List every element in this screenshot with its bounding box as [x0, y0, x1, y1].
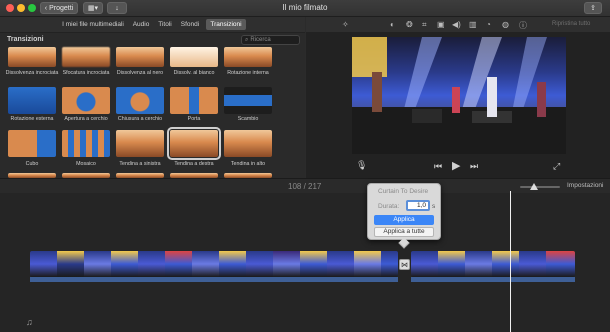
transition-label: Dissolvenza incrociata — [5, 70, 59, 76]
duration-unit: s — [432, 203, 436, 210]
title-bar: ‹ Progetti ▦▾ ↓ Il mio filmato ⇪ — [0, 0, 610, 17]
duration-label: Durata: — [378, 203, 400, 210]
transition-label: Rotazione interna — [227, 70, 269, 76]
transition-thumb[interactable] — [8, 130, 56, 157]
transition-thumb[interactable] — [224, 47, 272, 67]
transition-label: Porta — [187, 116, 201, 122]
concert-scene — [352, 37, 566, 154]
apply-all-button[interactable]: Applica a tutte — [374, 227, 434, 237]
transition-label: Tendina a sinistra — [119, 161, 161, 167]
video-preview — [352, 37, 566, 154]
timeline: ⋈ ♫ — [0, 191, 610, 332]
popover-title: Curtain To Desire — [378, 188, 429, 195]
transition-label: Tendina in alto — [230, 161, 266, 167]
volume-icon[interactable]: ◀) — [452, 20, 461, 29]
zoom-slider[interactable] — [520, 183, 560, 190]
transition-label: Dissolv. al bianco — [173, 70, 215, 76]
transition-label: Apertura a cerchio — [64, 116, 108, 122]
transition-thumb-selected[interactable] — [167, 127, 221, 160]
viewer-toolbar: ✧ ◐ ❂ ⌗ ▣ ◀) ▥ ◔ ◍ ⓘ Ripristina tutto — [306, 17, 610, 33]
video-clip[interactable] — [30, 251, 398, 277]
reset-all-button[interactable]: Ripristina tutto — [552, 21, 590, 27]
skip-back-button[interactable]: ⏮ — [434, 161, 442, 172]
window-title: Il mio filmato — [282, 3, 328, 12]
transitions-browser: Transizioni ⌕ Ricerca Dissolvenza incroc… — [0, 33, 305, 178]
zoom-slider-knob[interactable] — [530, 183, 538, 190]
tab-titles[interactable]: Titoli — [155, 19, 175, 30]
transition-thumb[interactable] — [224, 87, 272, 114]
music-note-icon: ♫ — [26, 317, 33, 327]
tab-my-media[interactable]: I miei file multimediali — [60, 19, 126, 30]
share-icon: ⇪ — [590, 5, 596, 12]
transition-thumb[interactable] — [116, 47, 164, 67]
color-balance-icon[interactable]: ◐ — [390, 20, 395, 29]
audio-waveform — [30, 277, 398, 282]
transition-thumb[interactable] — [224, 130, 272, 157]
speed-icon[interactable]: ◔ — [486, 20, 491, 29]
transition-thumb[interactable] — [116, 130, 164, 157]
transition-thumb[interactable] — [116, 87, 164, 114]
duration-field[interactable]: 1,0 — [406, 200, 430, 211]
skip-forward-button[interactable]: ⏭ — [470, 161, 478, 172]
transition-label: Cubo — [25, 161, 39, 167]
microphone-icon[interactable]: 🎙 — [356, 160, 367, 171]
transition-label: Sfocatura incrociata — [62, 70, 110, 76]
transition-popover: Curtain To Desire Durata: 1,0 s Applica … — [367, 183, 441, 249]
transition-label: Tendina a destra — [174, 161, 214, 167]
transition-icon: ⋈ — [401, 261, 408, 269]
timecode-counter: 108 / 217 — [288, 182, 322, 191]
info-icon[interactable]: ⓘ — [519, 20, 527, 31]
transition-thumb[interactable] — [8, 47, 56, 67]
tab-audio[interactable]: Audio — [130, 19, 152, 30]
apply-button[interactable]: Applica — [374, 215, 434, 225]
transition-thumb[interactable] — [62, 87, 110, 114]
browser-title: Transizioni — [7, 36, 44, 43]
magic-wand-icon[interactable]: ✧ — [342, 20, 349, 29]
noise-reduction-icon[interactable]: ▥ — [469, 20, 477, 29]
settings-button[interactable]: Impostazioni — [567, 182, 604, 189]
transition-label: Mosaico — [76, 161, 96, 167]
transition-thumb[interactable] — [62, 130, 110, 157]
crop-icon[interactable]: ⌗ — [422, 20, 427, 30]
playhead[interactable] — [510, 191, 511, 332]
transition-label: Rotazione esterna — [10, 116, 54, 122]
audio-waveform — [411, 277, 575, 282]
tab-backgrounds[interactable]: Sfondi — [178, 19, 202, 30]
transition-marker[interactable]: ⋈ — [399, 259, 410, 270]
stabilization-icon[interactable]: ▣ — [437, 20, 445, 29]
color-correction-icon[interactable]: ❂ — [406, 20, 413, 29]
filter-icon[interactable]: ◍ — [502, 20, 509, 29]
search-input[interactable]: ⌕ Ricerca — [241, 35, 300, 45]
transition-thumb[interactable] — [62, 47, 110, 67]
share-button[interactable]: ⇪ — [584, 2, 602, 14]
timeline-toolbar: 108 / 217 Impostazioni — [0, 178, 610, 193]
transition-thumb[interactable] — [170, 87, 218, 114]
play-button[interactable]: ▶ — [452, 159, 460, 172]
duration-value: 1,0 — [416, 202, 426, 209]
transition-label: Scambio — [237, 116, 259, 122]
video-clip[interactable] — [411, 251, 575, 277]
transition-label: Chiusura a cerchio — [117, 116, 163, 122]
search-icon: ⌕ — [245, 36, 249, 43]
transition-thumb[interactable] — [8, 87, 56, 114]
search-placeholder: Ricerca — [250, 37, 271, 43]
fullscreen-icon[interactable]: ⤢ — [553, 161, 560, 172]
viewer: 🎙 ⏮ ▶ ⏭ ⤢ — [306, 33, 610, 178]
media-tabs: I miei file multimediali Audio Titoli Sf… — [0, 17, 305, 33]
tab-transitions[interactable]: Transizioni — [206, 19, 246, 30]
transition-label: Dissolvenza al nero — [116, 70, 164, 76]
transition-thumb[interactable] — [170, 47, 218, 67]
